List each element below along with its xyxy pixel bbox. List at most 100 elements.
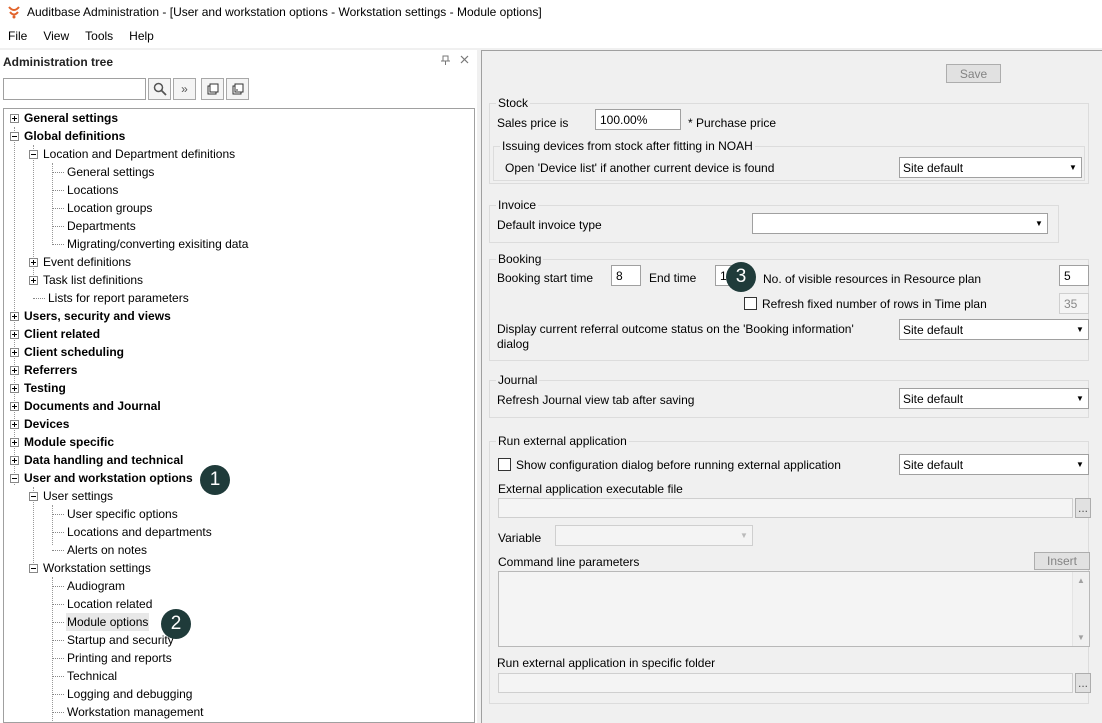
stock-group-title: Stock [496, 96, 531, 110]
journal-group-title: Journal [496, 373, 540, 387]
command-line-scrollbar[interactable]: ▲ ▼ [1072, 572, 1089, 646]
tree-search-input[interactable] [3, 78, 146, 100]
menu-tools[interactable]: Tools [77, 29, 121, 43]
default-invoice-type-label: Default invoice type [497, 218, 602, 232]
chevron-down-icon: ▼ [740, 531, 748, 540]
search-next-button[interactable]: » [173, 78, 196, 100]
save-button[interactable]: Save [946, 64, 1001, 83]
scroll-down-icon[interactable]: ▼ [1073, 629, 1089, 646]
administration-tree: General settings Global definitions Loca… [3, 108, 475, 723]
specific-folder-field[interactable] [498, 673, 1073, 693]
panel-header: Administration tree [0, 50, 477, 74]
tree-item-logging-debugging[interactable]: Logging and debugging [52, 685, 193, 703]
sales-price-field[interactable]: 100.00% [595, 109, 681, 130]
folder-browse-button[interactable]: ... [1075, 673, 1091, 693]
tree-item-documents-journal[interactable]: Documents and Journal [10, 397, 162, 415]
tree-item-module-specific[interactable]: Module specific [10, 433, 115, 451]
chevron-down-icon: ▼ [1069, 163, 1077, 172]
tree-item-module-options[interactable]: Module options [52, 613, 150, 631]
tree-item-general-settings-sub[interactable]: General settings [52, 163, 155, 181]
show-config-label: Show configuration dialog before running… [516, 458, 841, 472]
panel-title: Administration tree [3, 55, 114, 69]
invoice-group-title: Invoice [496, 198, 539, 212]
search-icon [153, 82, 167, 96]
tree-item-client-scheduling[interactable]: Client scheduling [10, 343, 125, 361]
journal-group: Journal Refresh Journal view tab after s… [489, 373, 1089, 418]
title-bar: Auditbase Administration - [User and wor… [0, 0, 1102, 24]
stock-group: Stock Sales price is 100.00% * Purchase … [489, 96, 1089, 184]
command-line-textarea[interactable]: ▲ ▼ [498, 571, 1090, 647]
booking-group: Booking Booking start time 8 End time 1 … [489, 252, 1089, 361]
open-device-list-label: Open 'Device list' if another current de… [505, 161, 775, 175]
tree-item-devices[interactable]: Devices [10, 415, 70, 433]
refresh-journal-select[interactable]: Site default ▼ [899, 388, 1089, 409]
exe-file-label: External application executable file [498, 482, 683, 496]
tree-toolbar: » [0, 74, 477, 104]
tree-item-location-groups[interactable]: Location groups [52, 199, 153, 217]
open-device-list-select[interactable]: Site default ▼ [899, 157, 1082, 178]
tree-item-audiogram[interactable]: Audiogram [52, 577, 126, 595]
menu-view[interactable]: View [35, 29, 77, 43]
menu-bar: File View Tools Help [0, 24, 1102, 48]
refresh-rows-label: Refresh fixed number of rows in Time pla… [762, 297, 987, 311]
show-config-checkbox[interactable] [498, 458, 511, 471]
tree-item-users-security-views[interactable]: Users, security and views [10, 307, 172, 325]
step-badge-3: 3 [726, 262, 756, 292]
tree-item-referrers[interactable]: Referrers [10, 361, 78, 379]
tree-item-migrating-data[interactable]: Migrating/converting exisiting data [52, 235, 249, 253]
tree-item-location-department-definitions[interactable]: Location and Department definitions [29, 145, 236, 163]
end-time-label: End time [649, 271, 697, 285]
menu-file[interactable]: File [0, 29, 35, 43]
insert-button[interactable]: Insert [1034, 552, 1090, 570]
search-button[interactable] [148, 78, 171, 100]
exe-file-field[interactable] [498, 498, 1073, 518]
pin-icon[interactable] [441, 55, 450, 69]
purchase-price-label: * Purchase price [688, 116, 777, 130]
variable-select[interactable]: ▼ [555, 525, 753, 546]
booking-start-time-field[interactable]: 8 [611, 265, 641, 286]
tree-item-locations-departments[interactable]: Locations and departments [52, 523, 213, 541]
window-title: Auditbase Administration - [User and wor… [27, 5, 542, 19]
chevron-down-icon: ▼ [1076, 325, 1084, 334]
visible-resources-label: No. of visible resources in Resource pla… [763, 272, 982, 286]
tree-item-user-settings[interactable]: User settings [29, 487, 114, 505]
tree-item-client-related[interactable]: Client related [10, 325, 101, 343]
tree-item-alerts-on-notes[interactable]: Alerts on notes [52, 541, 148, 559]
scroll-up-icon[interactable]: ▲ [1073, 572, 1089, 589]
tree-item-locations[interactable]: Locations [52, 181, 119, 199]
external-application-group: Run external application Show configurat… [489, 434, 1091, 704]
tree-item-technical[interactable]: Technical [52, 667, 118, 685]
close-icon[interactable] [460, 55, 469, 69]
collapse-button[interactable] [201, 78, 224, 100]
tree-item-workstation-settings[interactable]: Workstation settings [29, 559, 152, 577]
restore-button[interactable] [226, 78, 249, 100]
tree-item-lists-report-parameters[interactable]: Lists for report parameters [33, 289, 190, 307]
referral-outcome-select[interactable]: Site default ▼ [899, 319, 1089, 340]
refresh-rows-checkbox[interactable] [744, 297, 757, 310]
menu-help[interactable]: Help [121, 29, 162, 43]
tree-item-workstation-management[interactable]: Workstation management [52, 703, 205, 721]
tree-item-departments[interactable]: Departments [52, 217, 137, 235]
show-config-select[interactable]: Site default ▼ [899, 454, 1089, 475]
tree-item-data-handling[interactable]: Data handling and technical [10, 451, 184, 469]
tree-item-startup-security[interactable]: Startup and security [52, 631, 175, 649]
invoice-group: Invoice Default invoice type ▼ [489, 198, 1059, 243]
tree-item-user-workstation-options[interactable]: User and workstation options [10, 469, 194, 487]
step-badge-2: 2 [161, 609, 191, 639]
tree-item-user-specific-options[interactable]: User specific options [52, 505, 179, 523]
default-invoice-type-select[interactable]: ▼ [752, 213, 1048, 234]
specific-folder-label: Run external application in specific fol… [497, 656, 716, 670]
tree-item-testing[interactable]: Testing [10, 379, 67, 397]
tree-item-task-list-definitions[interactable]: Task list definitions [29, 271, 144, 289]
visible-resources-field[interactable]: 5 [1059, 265, 1089, 286]
restore-icon [232, 83, 243, 95]
tree-item-event-definitions[interactable]: Event definitions [29, 253, 132, 271]
tree-item-global-definitions[interactable]: Global definitions [10, 127, 126, 145]
tree-item-general-settings[interactable]: General settings [10, 109, 119, 127]
external-application-title: Run external application [496, 434, 629, 448]
expand-all-icon: » [181, 82, 188, 96]
exe-browse-button[interactable]: ... [1075, 498, 1091, 518]
tree-item-printing-reports[interactable]: Printing and reports [52, 649, 173, 667]
tree-item-location-related[interactable]: Location related [52, 595, 153, 613]
refresh-rows-field[interactable]: 35 [1059, 293, 1089, 314]
